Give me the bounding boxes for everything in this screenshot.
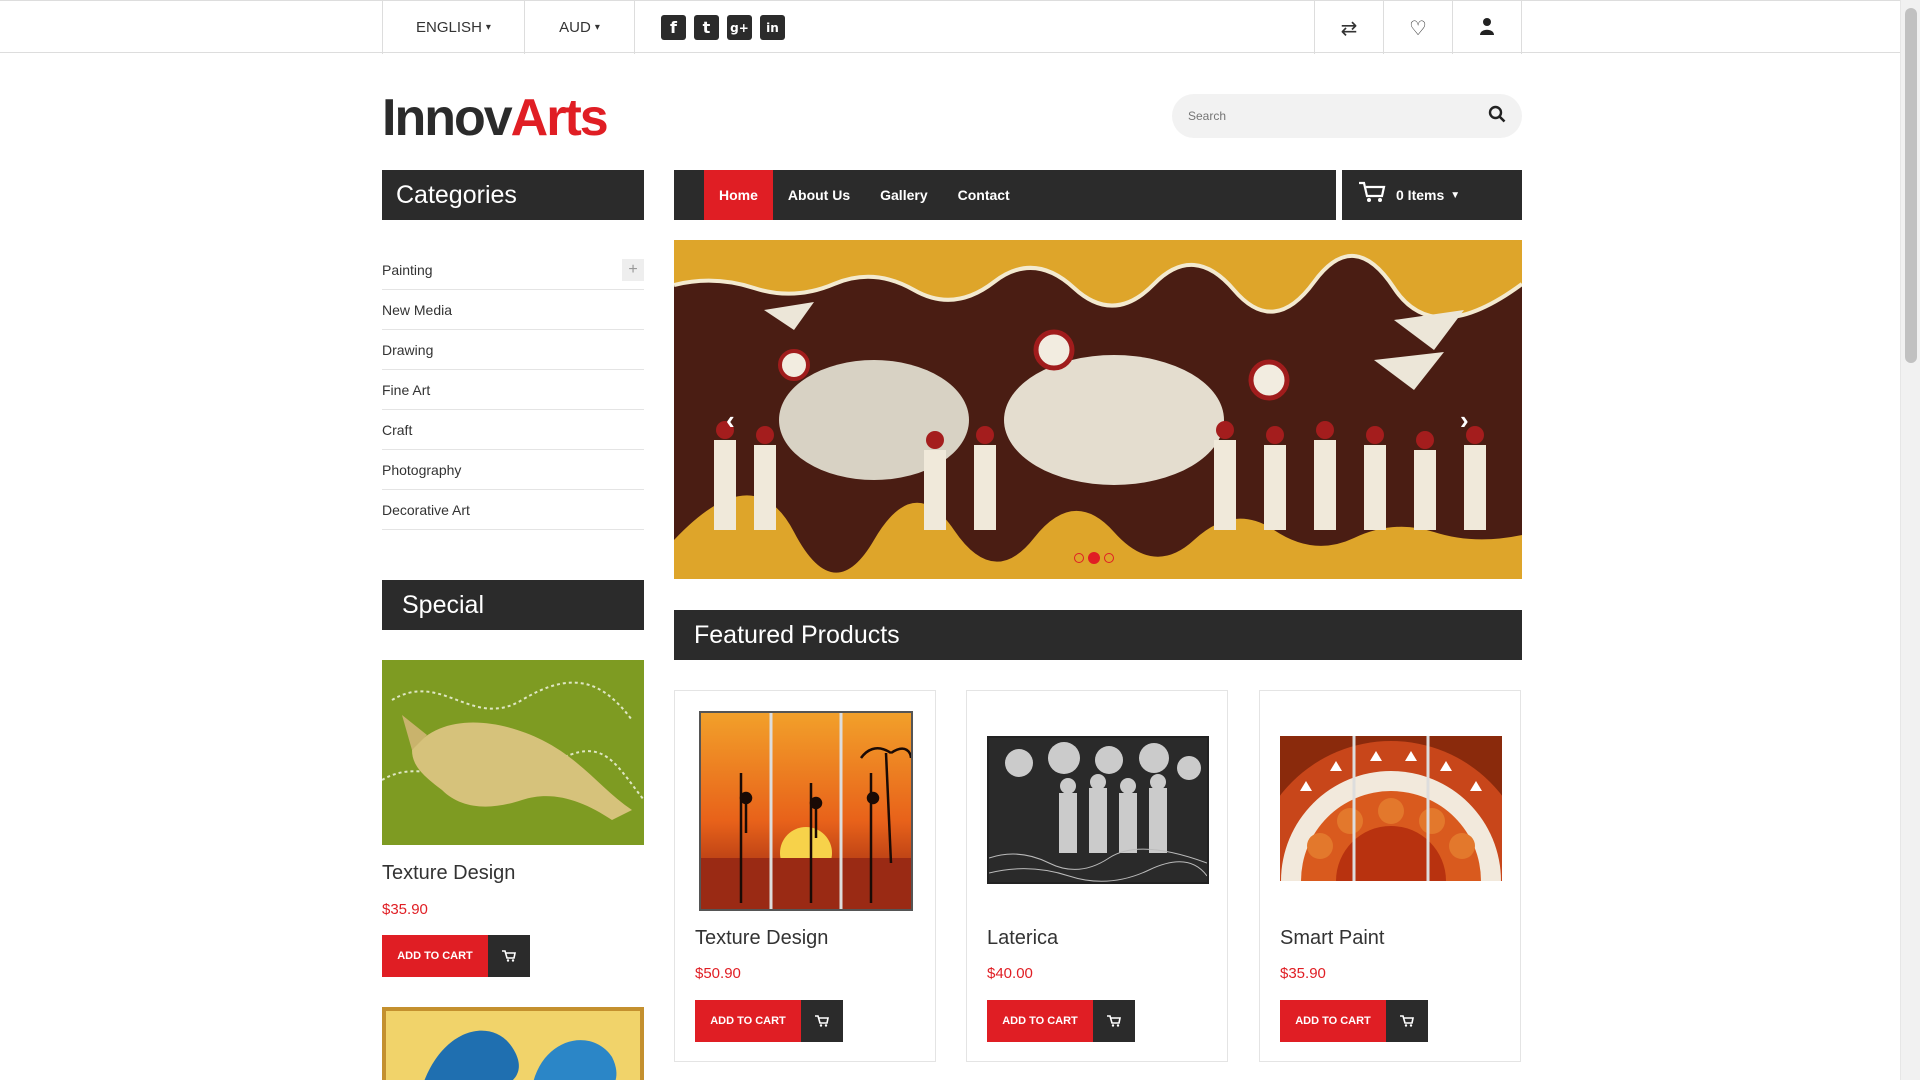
main-nav: Home About Us Gallery Contact — [674, 170, 1336, 220]
chevron-down-icon: ▼ — [1450, 189, 1461, 201]
special-product-price: $35.90 — [382, 901, 428, 918]
product-actions: ADD TO CART — [987, 1000, 1135, 1042]
logo-part1: Innov — [382, 89, 513, 147]
special-product-image-2[interactable] — [382, 1007, 644, 1080]
heart-icon: ♡ — [1409, 15, 1427, 40]
cart-dropdown[interactable]: 0 Items ▼ — [1342, 170, 1522, 220]
add-to-cart-button[interactable]: ADD TO CART — [1280, 1000, 1386, 1042]
category-label: New Media — [382, 301, 453, 318]
linkedin-icon[interactable]: in — [760, 15, 785, 40]
nav-contact[interactable]: Contact — [943, 170, 1025, 220]
search-box — [1172, 94, 1522, 138]
scrollbar-thumb[interactable] — [1905, 8, 1917, 363]
product-title[interactable]: Laterica — [987, 927, 1058, 950]
google-plus-icon[interactable]: g+ — [727, 15, 752, 40]
featured-heading: Featured Products — [674, 610, 1522, 660]
chevron-down-icon: ▾ — [594, 22, 600, 33]
add-to-cart-button[interactable]: ADD TO CART — [382, 935, 488, 977]
category-item-drawing[interactable]: Drawing — [382, 330, 644, 370]
slider-dot[interactable] — [1104, 553, 1114, 563]
product-image[interactable] — [1280, 736, 1502, 881]
slider-dots — [1074, 552, 1114, 564]
cart-count-label: 0 Items — [1396, 187, 1445, 203]
hero-slider: ‹ › — [674, 240, 1522, 579]
search-icon[interactable] — [1488, 104, 1506, 128]
twitter-icon[interactable]: t — [694, 15, 719, 40]
product-price: $50.90 — [695, 965, 741, 982]
wishlist-button[interactable]: ♡ — [1383, 1, 1452, 54]
product-title[interactable]: Smart Paint — [1280, 927, 1384, 950]
product-image[interactable] — [987, 736, 1209, 884]
special-product-title[interactable]: Texture Design — [382, 862, 515, 885]
category-label: Fine Art — [382, 381, 431, 398]
special-heading: Special — [382, 580, 644, 630]
plus-icon[interactable]: + — [622, 258, 644, 281]
category-item-painting[interactable]: Painting + — [382, 250, 644, 290]
cart-icon[interactable] — [801, 1000, 843, 1042]
product-image[interactable] — [699, 711, 913, 911]
product-price: $40.00 — [987, 965, 1033, 982]
featured-title: Featured Products — [694, 620, 900, 649]
category-label: Photography — [382, 461, 462, 478]
facebook-icon[interactable]: f — [661, 15, 686, 40]
chevron-down-icon: ▾ — [485, 22, 491, 33]
category-item-craft[interactable]: Craft — [382, 410, 644, 450]
account-button[interactable] — [1452, 1, 1522, 54]
currency-selector[interactable]: AUD ▾ — [524, 1, 634, 54]
product-card: Texture Design $50.90 ADD TO CART — [674, 690, 936, 1062]
cart-icon[interactable] — [1093, 1000, 1135, 1042]
cart-icon — [1358, 181, 1386, 209]
product-card: Laterica $40.00 ADD TO CART — [966, 690, 1228, 1062]
user-icon — [1479, 16, 1495, 40]
compare-button[interactable]: ⇄ — [1314, 1, 1383, 54]
currency-label: AUD — [559, 19, 591, 36]
category-item-new-media[interactable]: New Media — [382, 290, 644, 330]
category-label: Painting — [382, 261, 433, 278]
page: ENGLISH ▾ AUD ▾ f t g+ in ⇄ ♡ InnovArts … — [0, 0, 1920, 1080]
search-input[interactable] — [1188, 109, 1488, 123]
nav-home[interactable]: Home — [704, 170, 773, 220]
product-title[interactable]: Texture Design — [695, 927, 828, 950]
logo-part2: Arts — [510, 89, 609, 147]
site-logo[interactable]: InnovArts — [382, 88, 609, 148]
category-label: Craft — [382, 421, 413, 438]
special-add-to-cart: ADD TO CART — [382, 935, 530, 977]
slider-prev-icon[interactable]: ‹ — [726, 405, 735, 436]
special-title: Special — [402, 590, 484, 619]
product-actions: ADD TO CART — [1280, 1000, 1428, 1042]
cart-icon[interactable] — [488, 935, 530, 977]
add-to-cart-button[interactable]: ADD TO CART — [987, 1000, 1093, 1042]
categories-heading: Categories — [382, 170, 644, 220]
social-links: f t g+ in — [634, 1, 785, 54]
category-list: Painting + New Media Drawing Fine Art Cr… — [382, 250, 644, 530]
category-item-decorative-art[interactable]: Decorative Art — [382, 490, 644, 530]
slider-dot[interactable] — [1074, 553, 1084, 563]
nav-gallery[interactable]: Gallery — [865, 170, 942, 220]
language-selector[interactable]: ENGLISH ▾ — [382, 1, 524, 54]
category-item-photography[interactable]: Photography — [382, 450, 644, 490]
special-product-image[interactable] — [382, 660, 644, 845]
cart-icon[interactable] — [1386, 1000, 1428, 1042]
nav-about-us[interactable]: About Us — [773, 170, 865, 220]
category-item-fine-art[interactable]: Fine Art — [382, 370, 644, 410]
product-card: Smart Paint $35.90 ADD TO CART — [1259, 690, 1521, 1062]
category-label: Decorative Art — [382, 501, 470, 518]
product-actions: ADD TO CART — [695, 1000, 843, 1042]
language-label: ENGLISH — [416, 19, 482, 36]
add-to-cart-button[interactable]: ADD TO CART — [695, 1000, 801, 1042]
slider-dot-active[interactable] — [1088, 552, 1100, 564]
categories-title: Categories — [396, 180, 517, 209]
category-label: Drawing — [382, 341, 434, 358]
product-price: $35.90 — [1280, 965, 1326, 982]
slider-next-icon[interactable]: › — [1460, 405, 1469, 436]
compare-icon: ⇄ — [1340, 15, 1358, 40]
top-bar: ENGLISH ▾ AUD ▾ f t g+ in ⇄ ♡ — [0, 0, 1900, 54]
page-scrollbar[interactable] — [1900, 0, 1920, 1080]
